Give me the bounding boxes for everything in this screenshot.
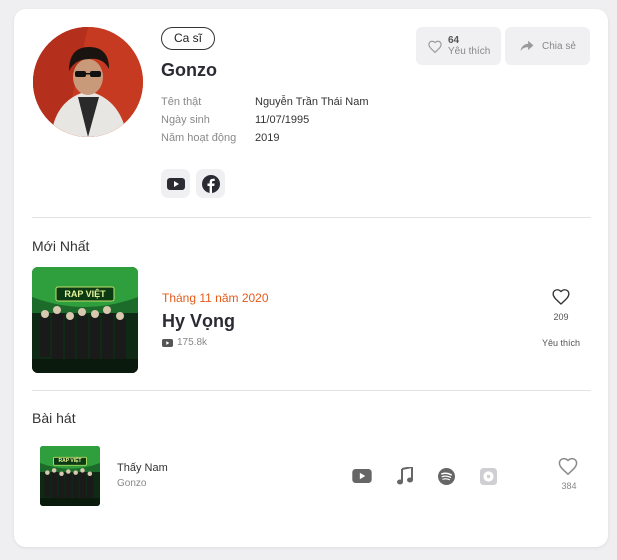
divider [32, 390, 591, 391]
real-name-label: Tên thật [161, 96, 202, 108]
like-artist-button[interactable]: 64 Yêu thích [416, 27, 501, 65]
song-youtube-button[interactable] [351, 465, 373, 487]
cover-title-text: RAP VIỆT [58, 458, 82, 464]
latest-views-count: 175.8k [177, 337, 208, 348]
real-name-value: Nguyễn Trần Thái Nam [255, 96, 369, 108]
song-like-button[interactable] [558, 457, 578, 480]
latest-date: Tháng 11 năm 2020 [162, 291, 269, 305]
cover-title-text: RAP VIỆT [64, 289, 106, 299]
like-artist-label: Yêu thích [448, 46, 491, 57]
youtube-icon [162, 338, 173, 347]
cd-icon [479, 467, 497, 485]
song-artist[interactable]: Gonzo [117, 478, 146, 489]
facebook-link-button[interactable] [196, 169, 225, 198]
divider [32, 217, 591, 218]
song-music-button[interactable] [394, 465, 416, 487]
artist-avatar [33, 27, 143, 137]
latest-song-title[interactable]: Hy Vọng [162, 311, 235, 332]
artist-name: Gonzo [161, 60, 217, 80]
like-artist-count: 64 [448, 35, 460, 46]
role-badge: Ca sĩ [161, 27, 216, 50]
heart-icon [552, 289, 570, 305]
birthday-label: Ngày sinh [161, 114, 210, 126]
youtube-link-button[interactable] [161, 169, 190, 198]
latest-like-label: Yêu thích [541, 338, 581, 348]
heart-icon [558, 457, 578, 476]
active-year-value: 2019 [255, 132, 280, 144]
song-like-count: 384 [561, 481, 577, 491]
share-label: Chia sẻ [542, 40, 576, 52]
latest-like-button[interactable] [542, 288, 580, 310]
youtube-icon [352, 469, 372, 483]
heart-icon [428, 40, 442, 53]
facebook-icon [201, 174, 220, 193]
latest-like-count: 209 [553, 312, 569, 322]
music-note-icon [397, 467, 413, 485]
song-spotify-button[interactable] [435, 465, 457, 487]
songs-section-title: Bài hát [32, 410, 76, 426]
latest-section-title: Mới Nhất [32, 238, 90, 254]
song-title[interactable]: Thấy Nam [117, 462, 168, 474]
youtube-icon [166, 177, 185, 190]
birthday-value: 11/07/1995 [255, 114, 310, 126]
latest-views: 175.8k [162, 337, 207, 348]
active-year-label: Năm hoạt động [161, 132, 237, 144]
song-cover-image[interactable]: RAP VIỆT [40, 446, 100, 506]
share-button[interactable]: Chia sẻ [505, 27, 590, 65]
latest-cover-image[interactable]: RAP VIỆT [32, 267, 138, 373]
share-icon [520, 40, 534, 52]
spotify-icon [437, 467, 455, 485]
song-cd-button[interactable] [477, 465, 499, 487]
artist-card: Ca sĩ Gonzo Tên thật Nguyễn Trần Thái Na… [14, 9, 608, 547]
